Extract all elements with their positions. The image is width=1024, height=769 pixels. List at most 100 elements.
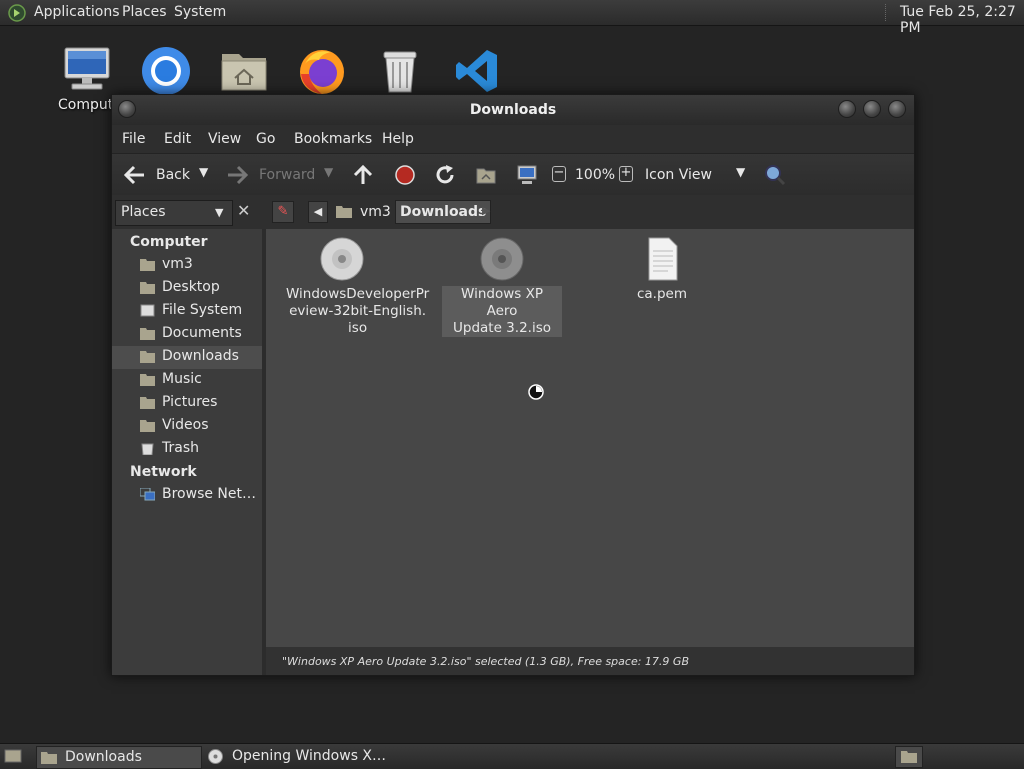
path-segment-vm3[interactable]: vm3 — [360, 204, 391, 220]
menu-file[interactable]: File — [122, 131, 145, 147]
menu-help[interactable]: Help — [382, 131, 414, 147]
minimize-button[interactable] — [838, 100, 856, 118]
back-arrow-icon[interactable] — [122, 164, 146, 186]
sidebar-item-desktop[interactable]: Desktop — [112, 277, 262, 300]
computer-toolbar-icon[interactable] — [516, 164, 538, 186]
places-combo-label: Places — [121, 204, 166, 220]
disc-image-icon — [208, 749, 223, 764]
reload-icon[interactable] — [434, 164, 456, 186]
close-button[interactable] — [888, 100, 906, 118]
sidebar-item-label: Pictures — [162, 394, 218, 410]
sidebar-item-label: Desktop — [162, 279, 220, 295]
sidebar-item-label: Downloads — [162, 348, 239, 364]
path-right-arrow-icon: ▶ — [482, 204, 491, 217]
sidebar-item-pictures[interactable]: Pictures — [112, 392, 262, 415]
show-desktop-icon[interactable] — [4, 748, 22, 764]
forward-button: Forward — [259, 167, 316, 183]
drive-icon — [140, 304, 155, 317]
chromium-icon[interactable] — [141, 46, 191, 96]
folder-icon — [140, 374, 155, 386]
distro-logo-icon[interactable] — [8, 4, 26, 22]
path-left-arrow-icon[interactable]: ◀ — [308, 201, 328, 223]
vscode-icon[interactable] — [453, 46, 503, 96]
search-icon[interactable] — [763, 163, 787, 187]
home-folder-icon — [336, 206, 352, 218]
network-icon — [140, 488, 155, 501]
home-icon[interactable] — [475, 164, 497, 186]
panel-separator — [885, 4, 888, 21]
path-bar: ✎ ◀ vm3 Downloads ▶ — [266, 195, 914, 229]
sidebar-item-trash[interactable]: Trash — [112, 438, 262, 461]
sidebar-item-music[interactable]: Music — [112, 369, 262, 392]
file-name: Windows XP Aero Update 3.2.iso — [442, 286, 562, 337]
back-button[interactable]: Back — [156, 167, 190, 183]
toolbar: Back ▼ Forward ▼ − 100% + Icon View ▼ — [112, 153, 914, 197]
file-manager-window: Downloads File Edit View Go Bookmarks He… — [111, 94, 915, 676]
maximize-button[interactable] — [863, 100, 881, 118]
sidebar-item-downloads[interactable]: Downloads — [112, 346, 262, 369]
menu-edit[interactable]: Edit — [164, 131, 191, 147]
task-label: Downloads — [65, 749, 142, 765]
clock[interactable]: Tue Feb 25, 2:27 PM — [900, 4, 1024, 36]
sidebar-item-label: Documents — [162, 325, 242, 341]
sidebar-header: Places ▼ ✕ — [112, 195, 266, 229]
text-document-icon — [648, 237, 678, 281]
edit-location-icon[interactable]: ✎ — [272, 201, 294, 223]
forward-history-chevron-down-icon: ▼ — [324, 165, 334, 179]
forward-arrow-icon — [228, 165, 249, 185]
path-segment-downloads[interactable]: Downloads — [395, 200, 492, 224]
sidebar-item-file-system[interactable]: File System — [112, 300, 262, 323]
menubar: File Edit View Go Bookmarks Help — [112, 125, 914, 153]
home-folder-icon — [140, 259, 155, 271]
file-name: WindowsDeveloperPr eview-32bit-English. … — [286, 286, 430, 336]
up-arrow-icon[interactable] — [352, 164, 374, 186]
file-name: ca.pem — [636, 286, 687, 302]
sidebar: Computer vm3 Desktop File System Documen… — [112, 229, 266, 675]
file-view: WindowsDeveloperPr eview-32bit-English. … — [266, 229, 914, 647]
places-chevron-down-icon: ▼ — [215, 206, 224, 219]
sidebar-section-network: Network — [130, 464, 197, 480]
folder-icon — [140, 420, 155, 432]
computer-icon[interactable] — [62, 46, 112, 96]
close-sidebar-icon[interactable]: ✕ — [237, 201, 250, 220]
task-downloads[interactable]: Downloads — [36, 746, 202, 769]
folder-icon — [901, 751, 917, 763]
trash-icon[interactable] — [375, 46, 425, 96]
file-item-windows-xp-aero-update[interactable]: Windows XP Aero Update 3.2.iso — [442, 237, 562, 337]
menu-go[interactable]: Go — [256, 131, 275, 147]
sidebar-item-label: File System — [162, 302, 243, 318]
places-menu[interactable]: Places — [122, 4, 167, 20]
disc-image-icon — [480, 237, 524, 281]
folder-icon — [140, 397, 155, 409]
menu-view[interactable]: View — [208, 131, 241, 147]
menu-bookmarks[interactable]: Bookmarks — [294, 131, 372, 147]
sidebar-item-documents[interactable]: Documents — [112, 323, 262, 346]
sidebar-item-label: Trash — [162, 440, 199, 456]
sidebar-item-label: Videos — [162, 417, 209, 433]
zoom-out-icon[interactable]: − — [552, 166, 566, 182]
folder-icon — [41, 752, 57, 764]
home-folder-icon[interactable] — [219, 46, 269, 96]
view-mode-select[interactable]: Icon View — [645, 167, 712, 183]
file-item-windows-developer-preview[interactable]: WindowsDeveloperPr eview-32bit-English. … — [282, 237, 429, 337]
places-combo[interactable]: Places ▼ — [115, 200, 233, 226]
task-opening-windows[interactable]: Opening Windows X… — [204, 746, 404, 767]
busy-cursor-icon — [528, 384, 544, 400]
window-titlebar[interactable]: Downloads — [112, 95, 914, 125]
sidebar-item-label: vm3 — [162, 256, 193, 272]
sidebar-item-vm3[interactable]: vm3 — [112, 254, 262, 277]
stop-icon[interactable] — [394, 164, 416, 186]
file-item-ca-pem[interactable]: ca.pem — [602, 237, 722, 303]
zoom-in-icon[interactable]: + — [619, 166, 633, 182]
back-history-chevron-down-icon[interactable]: ▼ — [199, 165, 208, 179]
applications-menu[interactable]: Applications — [34, 4, 120, 20]
sidebar-item-videos[interactable]: Videos — [112, 415, 262, 438]
sidebar-item-browse-network[interactable]: Browse Net… — [112, 484, 262, 507]
folder-icon — [140, 328, 155, 340]
view-mode-chevron-down-icon[interactable]: ▼ — [736, 165, 745, 179]
workspace-switcher[interactable] — [895, 746, 923, 768]
system-menu[interactable]: System — [174, 4, 226, 20]
disc-image-icon — [320, 237, 364, 281]
status-bar: "Windows XP Aero Update 3.2.iso" selecte… — [266, 647, 914, 675]
firefox-icon[interactable] — [297, 46, 347, 96]
